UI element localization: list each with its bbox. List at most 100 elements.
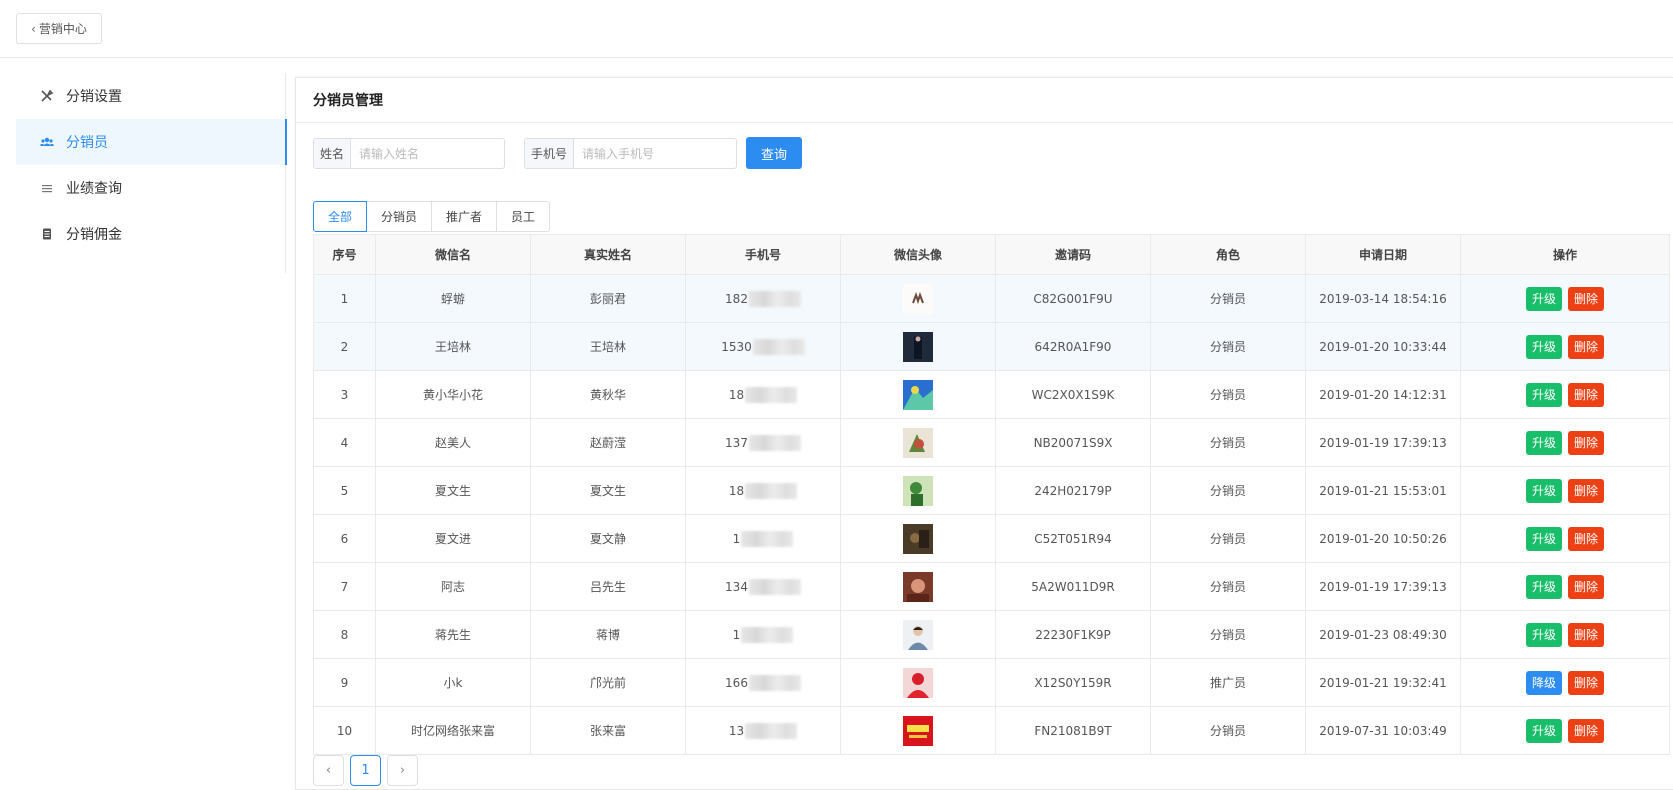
cell-role: 分销员: [1150, 418, 1306, 467]
delete-button[interactable]: 删除: [1568, 430, 1605, 455]
cell-real-name: 夏文生: [530, 466, 686, 515]
upgrade-button[interactable]: 升级: [1525, 622, 1562, 647]
phone-search-input[interactable]: [574, 139, 735, 168]
cell-role: 分销员: [1150, 610, 1306, 659]
name-search-input[interactable]: [351, 139, 504, 168]
cell-invite-code: 242H02179P: [995, 466, 1151, 515]
phone-label: 手机号: [525, 139, 575, 168]
delete-button[interactable]: 删除: [1568, 622, 1605, 647]
page-title: 分销员管理: [296, 78, 1673, 123]
table-row: 6 夏文进 夏文静 1 C52T051R94 分销员 2019-01-20 10…: [313, 514, 1670, 563]
table-row: 4 赵美人 赵蔚滢 137 NB20071S9X 分销员 2019-01-19 …: [313, 418, 1670, 467]
cell-role: 分销员: [1150, 514, 1306, 563]
column-header-role: 角色: [1150, 234, 1306, 275]
delete-button[interactable]: 删除: [1568, 478, 1605, 503]
column-header-apply-date: 申请日期: [1305, 234, 1461, 275]
name-search-group: 姓名: [313, 138, 505, 169]
cell-phone: 166: [685, 658, 841, 707]
upgrade-button[interactable]: 升级: [1525, 430, 1562, 455]
next-page-button[interactable]: ›: [387, 755, 418, 786]
table-row: 9 小k 邝光前 166 X12S0Y159R 推广员 2019-01-21 1…: [313, 658, 1670, 707]
avatar: [903, 523, 933, 554]
delete-button[interactable]: 删除: [1568, 382, 1605, 407]
upgrade-button[interactable]: 升级: [1525, 526, 1562, 551]
phone-redacted: [752, 338, 805, 355]
upgrade-button[interactable]: 升级: [1525, 382, 1562, 407]
cell-phone: 134: [685, 562, 841, 611]
cell-phone: 1: [685, 610, 841, 659]
tab-staff[interactable]: 员工: [496, 201, 551, 232]
tab-promoter[interactable]: 推广者: [431, 201, 498, 232]
tab-distributor[interactable]: 分销员: [366, 201, 433, 232]
cell-role: 分销员: [1150, 322, 1306, 371]
cell-actions: 升级 删除: [1460, 418, 1670, 467]
upgrade-button[interactable]: 升级: [1525, 574, 1562, 599]
sidebar-item-commission[interactable]: 分销佣金: [16, 211, 286, 257]
cell-actions: 升级 删除: [1460, 562, 1670, 611]
avatar: [903, 379, 933, 410]
delete-button[interactable]: 删除: [1568, 574, 1605, 599]
delete-button[interactable]: 删除: [1568, 526, 1605, 551]
cell-actions: 升级 删除: [1460, 466, 1670, 515]
cell-no: 4: [313, 418, 376, 467]
cell-invite-code: 22230F1K9P: [995, 610, 1151, 659]
upgrade-button[interactable]: 升级: [1525, 718, 1562, 743]
cell-actions: 升级 删除: [1460, 706, 1670, 755]
cell-no: 7: [313, 562, 376, 611]
upgrade-button[interactable]: 升级: [1525, 286, 1562, 311]
tab-all[interactable]: 全部: [313, 201, 368, 232]
phone-prefix: 1: [732, 627, 741, 642]
chevron-left-icon: ‹: [31, 21, 36, 36]
column-header-wechat-name: 微信名: [375, 234, 531, 275]
cell-avatar: [840, 370, 996, 419]
cell-no: 8: [313, 610, 376, 659]
column-header-no: 序号: [313, 234, 376, 275]
column-header-avatar: 微信头像: [840, 234, 996, 275]
phone-prefix: 13: [728, 723, 745, 738]
cell-role: 分销员: [1150, 466, 1306, 515]
upgrade-button[interactable]: 升级: [1525, 478, 1562, 503]
upgrade-button[interactable]: 升级: [1525, 334, 1562, 359]
sidebar-item-performance[interactable]: 业绩查询: [16, 165, 286, 211]
cell-phone: 1: [685, 514, 841, 563]
tools-icon: [40, 89, 54, 103]
delete-button[interactable]: 删除: [1568, 334, 1605, 359]
cell-avatar: [840, 514, 996, 563]
delete-button[interactable]: 删除: [1568, 286, 1605, 311]
cell-wechat-name: 王培林: [375, 322, 531, 371]
phone-redacted: [748, 578, 801, 595]
prev-page-button[interactable]: ‹: [313, 755, 344, 786]
avatar: [903, 667, 933, 698]
back-to-marketing-button[interactable]: ‹ 营销中心: [16, 13, 102, 44]
cell-no: 10: [313, 706, 376, 755]
table-row: 8 蒋先生 蒋博 1 22230F1K9P 分销员 2019-01-23 08:…: [313, 610, 1670, 659]
delete-button[interactable]: 删除: [1568, 670, 1605, 695]
cell-role: 分销员: [1150, 562, 1306, 611]
phone-prefix: 182: [725, 291, 748, 306]
avatar: [903, 475, 933, 506]
cell-apply-date: 2019-01-20 10:33:44: [1305, 322, 1461, 371]
cell-actions: 升级 删除: [1460, 322, 1670, 371]
cell-phone: 13: [685, 706, 841, 755]
cell-actions: 升级 删除: [1460, 514, 1670, 563]
phone-prefix: 1530: [721, 339, 752, 354]
cell-no: 5: [313, 466, 376, 515]
downgrade-button[interactable]: 降级: [1525, 670, 1562, 695]
cell-real-name: 张来富: [530, 706, 686, 755]
avatar: [903, 331, 933, 362]
phone-redacted: [741, 626, 794, 643]
table-row: 5 夏文生 夏文生 18 242H02179P 分销员 2019-01-21 1…: [313, 466, 1670, 515]
phone-prefix: 18: [728, 483, 745, 498]
page-1-button[interactable]: 1: [350, 755, 381, 786]
query-button[interactable]: 查询: [746, 137, 802, 169]
cell-real-name: 蒋博: [530, 610, 686, 659]
sidebar-item-distributors[interactable]: 分销员: [16, 119, 287, 165]
phone-prefix: 166: [725, 675, 748, 690]
sidebar-item-settings[interactable]: 分销设置: [16, 73, 286, 119]
cell-phone: 1530: [685, 322, 841, 371]
cell-invite-code: C52T051R94: [995, 514, 1151, 563]
table-header-row: 序号 微信名 真实姓名 手机号 微信头像 邀请码 角色 申请日期 操作: [313, 234, 1670, 275]
phone-prefix: 137: [725, 435, 748, 450]
delete-button[interactable]: 删除: [1568, 718, 1605, 743]
cell-wechat-name: 小k: [375, 658, 531, 707]
